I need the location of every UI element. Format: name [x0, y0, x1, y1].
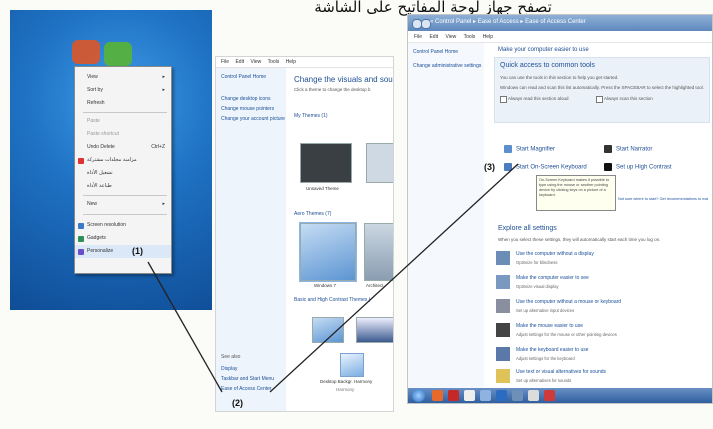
connector-2-3 [269, 163, 519, 393]
connector-lines [147, 163, 519, 393]
connector-1-2 [147, 261, 223, 393]
